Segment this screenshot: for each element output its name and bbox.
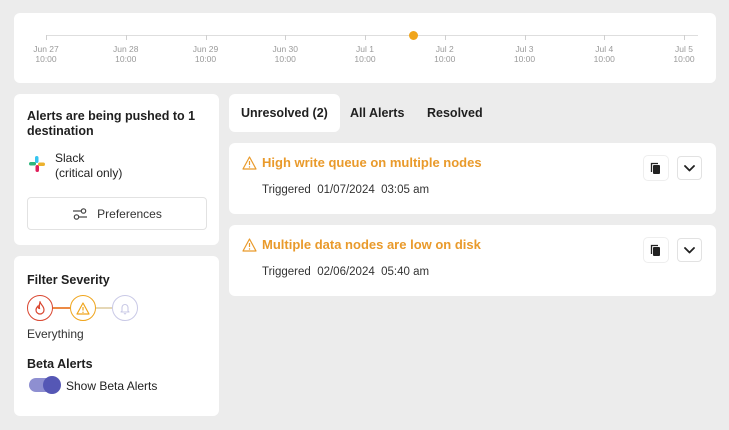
- destination-detail: (critical only): [55, 166, 123, 180]
- timeline-panel: Jun 27 10:00 Jun 28 10:00 Jun 29 10:00 Jun 30 1…: [14, 13, 716, 83]
- severity-warning[interactable]: [70, 295, 96, 321]
- tick-time: 10:00: [274, 54, 296, 64]
- timeline-tick-label: Jul 5 10:00: [654, 44, 714, 64]
- tab-unresolved[interactable]: Unresolved (2): [229, 94, 340, 132]
- alert-triggered: Triggered 02/06/2024 05:40 am: [262, 266, 429, 278]
- tab-all-alerts[interactable]: All Alerts: [350, 94, 404, 132]
- severity-critical[interactable]: [27, 295, 53, 321]
- filter-severity-title: Filter Severity: [27, 273, 110, 287]
- triggered-time: 02/06/2024 05:40 am: [317, 266, 430, 278]
- warning-icon: [76, 301, 90, 315]
- alert-title[interactable]: High write queue on multiple nodes: [262, 155, 482, 170]
- alert-card: Multiple data nodes are low on disk Trig…: [229, 225, 716, 296]
- chevron-down-icon: [684, 246, 695, 253]
- tick-date: Jun 29: [192, 44, 219, 54]
- tick-date: Jul 4: [595, 44, 614, 54]
- timeline-tick: [285, 35, 287, 40]
- timeline-tick: [604, 35, 606, 40]
- tick-date: Jul 2: [435, 44, 454, 54]
- severity-info[interactable]: [112, 295, 138, 321]
- copy-button[interactable]: [644, 238, 668, 262]
- severity-connector: [96, 307, 112, 309]
- expand-button[interactable]: [677, 156, 702, 180]
- timeline-tick: [524, 35, 526, 40]
- warning-icon: [242, 238, 257, 252]
- tick-time: 10:00: [35, 54, 57, 64]
- flame-icon: [35, 301, 45, 315]
- tick-time: 10:00: [354, 54, 376, 64]
- timeline-tick-label: Jul 3 10:00: [495, 44, 555, 64]
- timeline-tick: [205, 35, 207, 40]
- tick-date: Jul 1: [356, 44, 374, 54]
- destination-name: Slack: [55, 151, 85, 165]
- tick-date: Jun 28: [112, 44, 139, 54]
- preferences-label: Preferences: [97, 206, 162, 221]
- bell-icon: [120, 303, 130, 314]
- timeline-tick-label: Jun 29 10:00: [176, 44, 236, 64]
- severity-selected-label: Everything: [27, 327, 84, 341]
- tick-date: Jun 27: [33, 44, 59, 54]
- triggered-time: 01/07/2024 03:05 am: [317, 184, 430, 196]
- timeline-tick: [125, 35, 127, 40]
- preferences-button[interactable]: Preferences: [27, 197, 207, 230]
- timeline-axis: [46, 35, 698, 36]
- severity-connector: [53, 307, 70, 309]
- triggered-label: Triggered: [262, 266, 311, 278]
- timeline-tick-label: Jun 27 10:00: [16, 44, 76, 64]
- severity-selector: [27, 295, 139, 321]
- alert-triggered: Triggered 01/07/2024 03:05 am: [262, 184, 429, 196]
- destinations-panel: Alerts are being pushed to 1 destination…: [14, 94, 219, 245]
- filter-panel: Filter Severity Everything Beta Alerts S…: [14, 256, 219, 416]
- tab-resolved[interactable]: Resolved: [427, 94, 483, 132]
- alert-title[interactable]: Multiple data nodes are low on disk: [262, 237, 481, 252]
- timeline-tick: [46, 35, 47, 40]
- destinations-title: Alerts are being pushed to 1 destination: [27, 109, 196, 138]
- timeline-tick: [365, 35, 366, 40]
- toggle-knob: [43, 376, 61, 394]
- beta-alerts-title: Beta Alerts: [27, 357, 93, 371]
- tick-time: 10:00: [434, 54, 456, 64]
- timeline-tick-label: Jul 2 10:00: [415, 44, 475, 64]
- beta-alerts-toggle[interactable]: [29, 376, 61, 394]
- warning-icon: [242, 156, 257, 170]
- sliders-icon: [73, 207, 88, 220]
- timeline-tick: [444, 35, 446, 40]
- timeline-tick-label: Jul 1 10:00: [335, 44, 395, 64]
- timeline-tick-label: Jul 4 10:00: [574, 44, 634, 64]
- copy-button[interactable]: [644, 156, 668, 180]
- copy-icon: [650, 162, 660, 174]
- destination-slack: Slack (critical only): [55, 151, 122, 181]
- copy-icon: [650, 244, 660, 256]
- expand-button[interactable]: [677, 238, 702, 262]
- timeline-alert-marker[interactable]: [409, 31, 418, 40]
- tick-time: 10:00: [513, 54, 536, 64]
- tick-time: 10:00: [673, 54, 695, 64]
- tick-date: Jul 3: [515, 44, 534, 54]
- alert-card: High write queue on multiple nodes Trigg…: [229, 143, 716, 214]
- timeline-tick-label: Jun 28 10:00: [96, 44, 156, 64]
- tick-time: 10:00: [593, 54, 615, 64]
- beta-alerts-label: Show Beta Alerts: [66, 379, 158, 393]
- slack-icon: [29, 156, 45, 172]
- tick-date: Jun 30: [272, 44, 299, 54]
- triggered-label: Triggered: [262, 184, 311, 196]
- timeline-tick: [684, 35, 685, 40]
- chevron-down-icon: [684, 164, 695, 171]
- timeline-tick-label: Jun 30 10:00: [255, 44, 315, 64]
- tick-date: Jul 5: [675, 44, 693, 54]
- tick-time: 10:00: [194, 54, 217, 64]
- tick-time: 10:00: [115, 54, 137, 64]
